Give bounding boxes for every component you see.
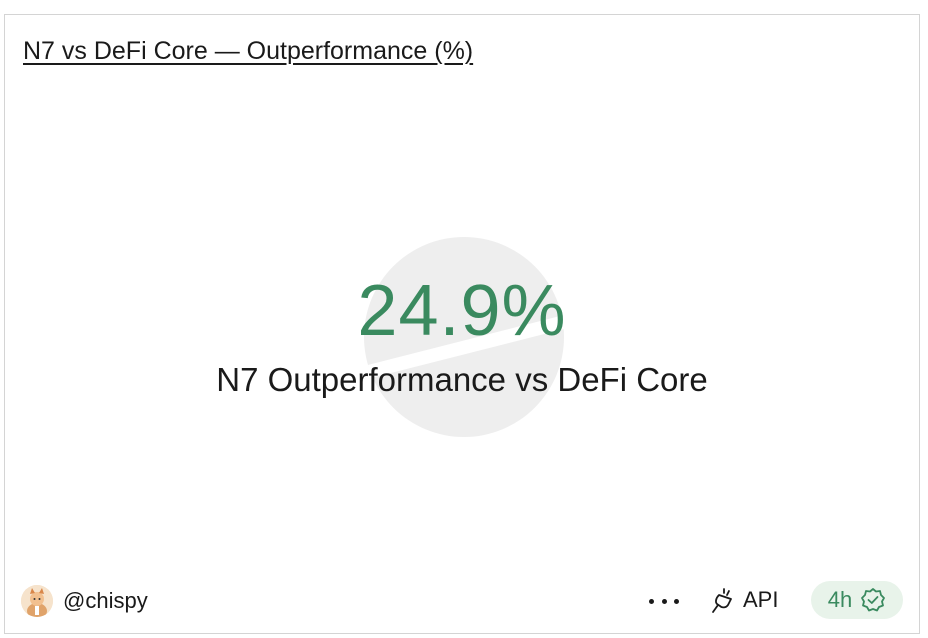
freshness-badge[interactable]: 4h	[811, 581, 903, 619]
plug-icon	[712, 588, 732, 613]
avatar	[21, 585, 53, 617]
author-username: @chispy	[63, 588, 148, 613]
counter-value: 24.9%	[357, 271, 567, 351]
counter-widget-card: N7 vs DeFi Core — Outperformance (%) 24.…	[4, 14, 920, 634]
widget-footer: @chispy API 4h	[5, 581, 919, 621]
more-options-button[interactable]	[649, 588, 679, 614]
author-link[interactable]: @chispy	[21, 585, 148, 617]
avatar-image-icon	[21, 585, 53, 617]
freshness-label: 4h	[827, 587, 853, 612]
more-horizontal-icon-dot	[661, 598, 667, 604]
counter-label: N7 Outperformance vs DeFi Core	[216, 361, 708, 398]
check-badge-icon	[861, 588, 886, 612]
api-button[interactable]: API	[709, 585, 778, 615]
api-label: API	[743, 587, 779, 612]
widget-title[interactable]: N7 vs DeFi Core — Outperformance (%)	[23, 37, 473, 66]
more-horizontal-icon-dot	[674, 598, 679, 604]
more-horizontal-icon-dot	[649, 598, 654, 604]
